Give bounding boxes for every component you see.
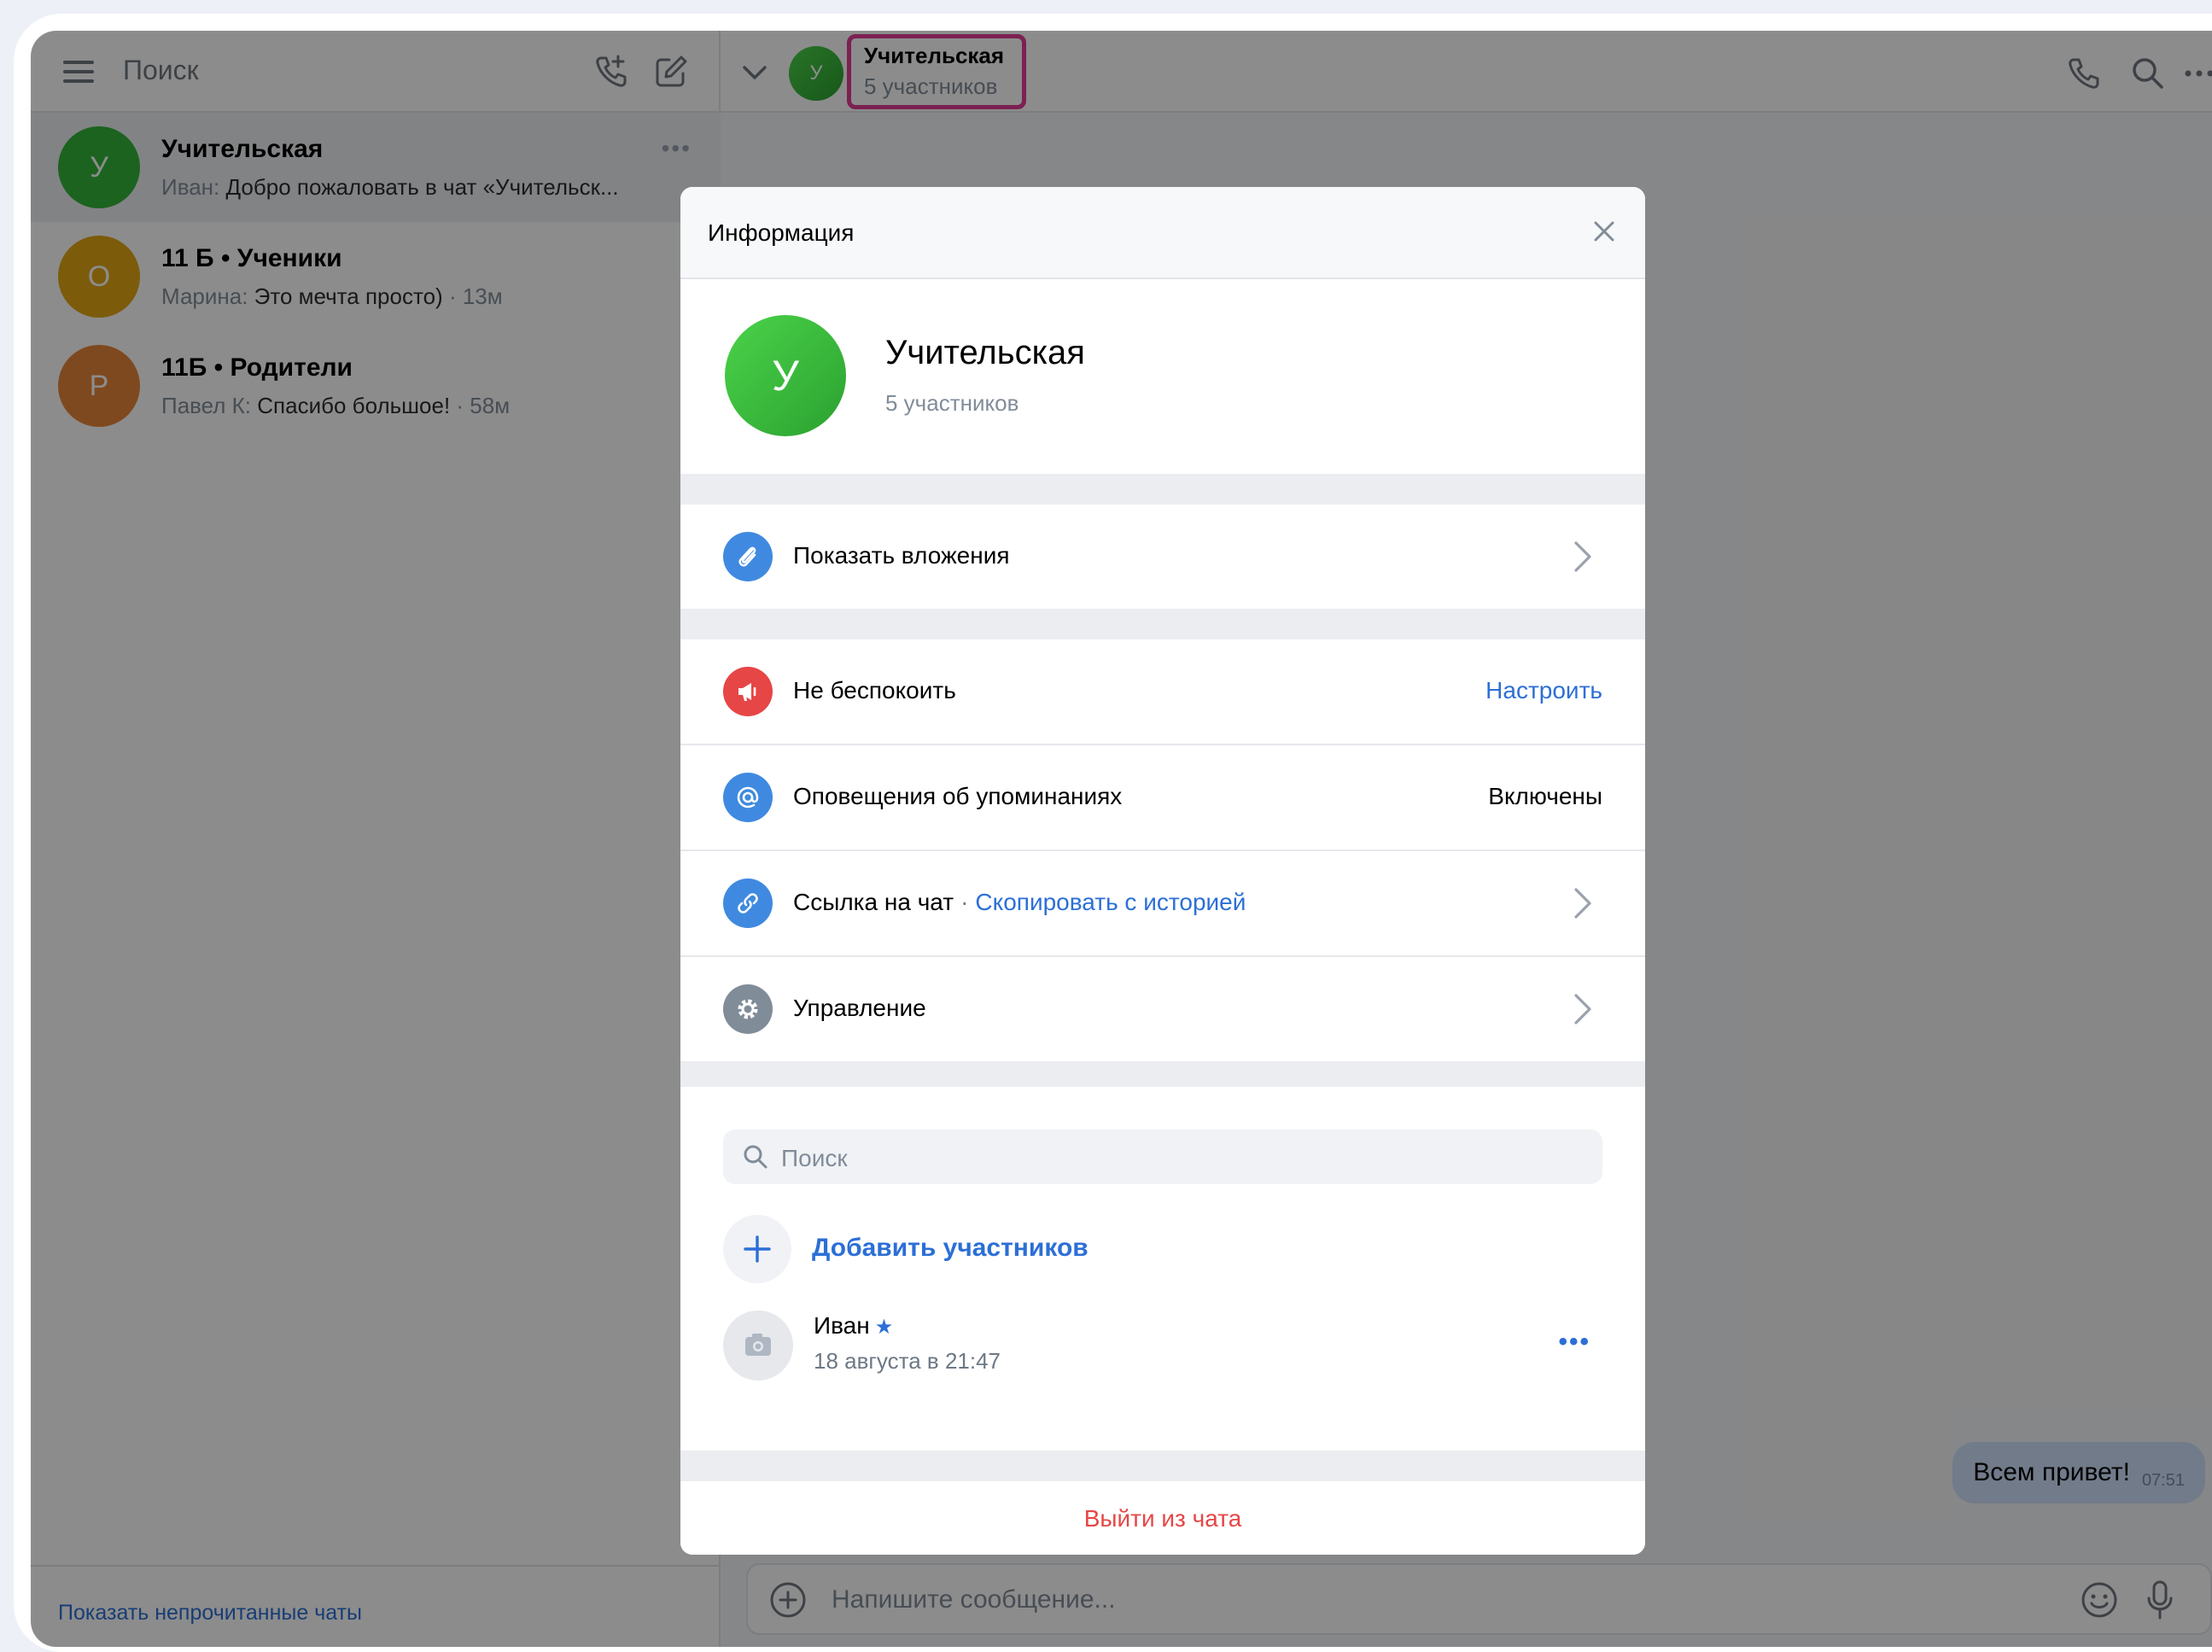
link-icon xyxy=(723,879,773,928)
member-joined-date: 18 августа в 21:47 xyxy=(814,1348,1001,1374)
configure-link[interactable]: Настроить xyxy=(1485,677,1602,704)
paperclip-icon xyxy=(723,532,773,581)
chat-link-label: Ссылка на чат xyxy=(793,889,954,915)
dialog-title: Информация xyxy=(708,219,855,246)
copy-with-history-link[interactable]: Скопировать с историей xyxy=(975,889,1246,915)
star-icon: ★ xyxy=(874,1316,894,1339)
separator-dot: · xyxy=(960,889,969,915)
manage-label: Управление xyxy=(793,995,926,1021)
attachments-label: Показать вложения xyxy=(793,542,1010,569)
chat-name[interactable]: Учительская xyxy=(885,334,1085,372)
leave-chat-label: Выйти из чата xyxy=(1083,1505,1242,1532)
camera-icon xyxy=(723,1311,793,1381)
chevron-right-icon xyxy=(1574,541,1591,572)
messenger-app: Поиск У Учительская Иван: Добро пожалова… xyxy=(31,31,2212,1647)
plus-icon xyxy=(723,1215,791,1283)
member-name-group: Иван ★ xyxy=(814,1312,893,1340)
more-horizontal-icon[interactable]: ••• xyxy=(1558,1328,1590,1357)
manage-row[interactable]: Управление xyxy=(680,957,1645,1061)
chat-link-label-group: Ссылка на чат · Скопировать с историей xyxy=(793,889,1246,916)
members-section: Поиск Добавить участников Иван ★ 18 авгу… xyxy=(680,1087,1645,1451)
leave-chat-button[interactable]: Выйти из чата xyxy=(680,1481,1645,1555)
chevron-right-icon xyxy=(1574,888,1591,919)
close-icon[interactable] xyxy=(1589,216,1620,247)
do-not-disturb-label: Не беспокоить xyxy=(793,677,956,703)
members-search-input[interactable]: Поиск xyxy=(781,1145,848,1172)
section-divider xyxy=(680,1451,1645,1481)
mentions-status: Включены xyxy=(1488,783,1602,809)
member-item[interactable]: Иван ★ 18 августа в 21:47 ••• xyxy=(723,1307,1602,1384)
at-sign-icon xyxy=(723,773,773,822)
add-members-label: Добавить участников xyxy=(812,1234,1088,1262)
chat-profile: У Учительская 5 участников xyxy=(680,279,1645,474)
gear-icon xyxy=(723,984,773,1034)
section-divider xyxy=(680,474,1645,505)
dialog-header: Информация xyxy=(680,187,1645,279)
do-not-disturb-row[interactable]: Не беспокоить Настроить xyxy=(680,639,1645,744)
member-count: 5 участников xyxy=(885,390,1019,416)
attachments-row[interactable]: Показать вложения xyxy=(680,505,1645,609)
members-search[interactable]: Поиск xyxy=(723,1130,1602,1184)
mentions-row[interactable]: Оповещения об упоминаниях Включены xyxy=(680,745,1645,849)
megaphone-muted-icon xyxy=(723,667,773,716)
add-members-button[interactable]: Добавить участников xyxy=(723,1213,1602,1285)
member-name: Иван xyxy=(814,1312,870,1339)
avatar[interactable]: У xyxy=(725,315,846,436)
chat-info-dialog: Информация У Учительская 5 участников По… xyxy=(680,187,1645,1555)
search-icon xyxy=(744,1145,767,1169)
mentions-label: Оповещения об упоминаниях xyxy=(793,783,1123,809)
section-divider xyxy=(680,1061,1645,1087)
section-divider xyxy=(680,609,1645,639)
chevron-right-icon xyxy=(1574,994,1591,1024)
chat-link-row[interactable]: Ссылка на чат · Скопировать с историей xyxy=(680,851,1645,955)
